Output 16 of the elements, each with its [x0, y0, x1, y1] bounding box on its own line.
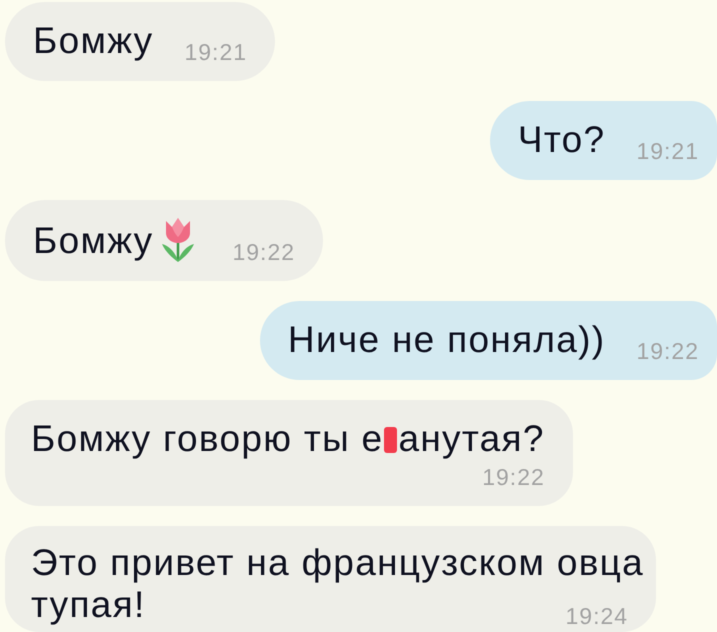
message-text: Ниче не поняла))	[288, 319, 606, 361]
message-text: Что?	[518, 119, 606, 161]
message-time: 19:24	[565, 606, 628, 626]
message-text: Это привет на французском овца	[31, 542, 644, 584]
message-time: 19:22	[232, 242, 296, 262]
message-text: тупая!	[31, 584, 146, 626]
message-text: Бомжу	[33, 20, 154, 62]
message-text: анутая?	[398, 418, 545, 460]
message-time: 19:21	[184, 42, 248, 62]
message-time: 19:22	[482, 464, 545, 490]
tulip-icon	[161, 218, 196, 262]
message-time: 19:21	[636, 141, 699, 161]
censor-mark-icon	[384, 427, 398, 453]
message-text: Бомжу говорю ты е	[31, 418, 384, 460]
message-text: Бомжу	[33, 220, 154, 262]
message-time: 19:22	[636, 341, 699, 361]
